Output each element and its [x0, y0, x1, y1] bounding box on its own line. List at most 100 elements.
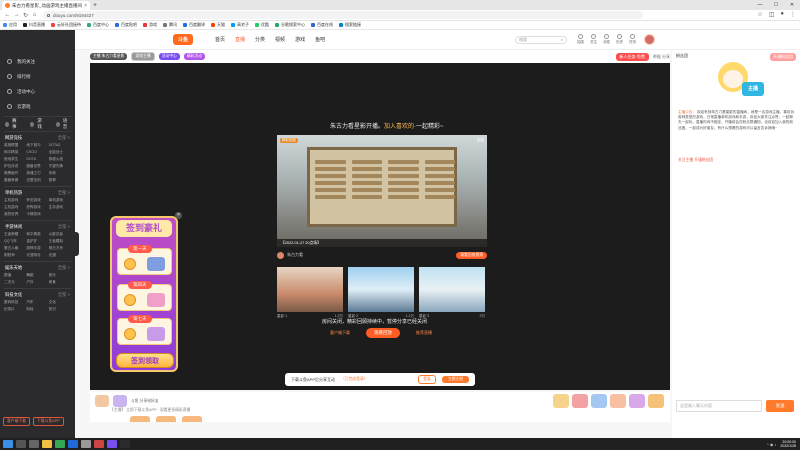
- newbie-task-button[interactable]: 新人任务·免费: [615, 52, 649, 61]
- app-icon[interactable]: [120, 440, 130, 448]
- user-avatar[interactable]: [644, 34, 656, 45]
- category-link[interactable]: 英魂之刃: [26, 170, 48, 177]
- category-link[interactable]: 魔兽世界: [26, 163, 48, 170]
- header-follow[interactable]: 关注: [590, 34, 597, 45]
- category-link[interactable]: 音乐: [49, 272, 71, 279]
- gift-icon[interactable]: [113, 395, 127, 407]
- category-link[interactable]: QQ飞车: [4, 238, 26, 245]
- search-input[interactable]: 搜索 ⌕: [515, 35, 568, 44]
- nav-video[interactable]: 视频: [275, 36, 285, 43]
- category-link[interactable]: DOTA: [26, 156, 48, 163]
- bookmark[interactable]: 搜索链接: [339, 22, 361, 28]
- room-meta[interactable]: 举报 分享: [653, 54, 670, 60]
- category-link[interactable]: 我的世界: [4, 211, 26, 218]
- taskview-icon[interactable]: [29, 440, 39, 448]
- category-link[interactable]: 汽车: [26, 299, 48, 306]
- category-link[interactable]: 舞蹈: [26, 272, 48, 279]
- category-link[interactable]: 王者模拟: [49, 238, 71, 245]
- nav-match[interactable]: 赛事: [12, 118, 19, 130]
- replay-thumb[interactable]: 星影·3 2万: [419, 267, 485, 318]
- extensions-icon[interactable]: ◫: [769, 11, 775, 18]
- category-link[interactable]: 全能战士: [49, 149, 71, 156]
- tray-icons[interactable]: ^ ◉ ♪: [767, 442, 777, 447]
- gift-icon[interactable]: [553, 394, 569, 408]
- category-link[interactable]: 火影忍者: [49, 231, 71, 238]
- share-text[interactable]: 斗鱼 分享给好友: [131, 399, 159, 404]
- category-link[interactable]: 纪录片: [4, 306, 26, 313]
- category-link[interactable]: 户外: [26, 279, 48, 286]
- bookmark[interactable]: 谷歌搜索中心: [275, 22, 305, 28]
- category-link[interactable]: 财经: [26, 306, 48, 313]
- category-link[interactable]: 怀旧游戏: [26, 197, 48, 204]
- douyu-logo[interactable]: 斗鱼: [173, 34, 193, 45]
- sidebar-collapse-handle[interactable]: [75, 232, 79, 256]
- giftbar-tab[interactable]: [130, 416, 150, 422]
- menu-icon[interactable]: ⋮: [790, 11, 796, 18]
- forward-icon[interactable]: →: [12, 12, 21, 18]
- sidebar-item-cloudgame[interactable]: 云游戏: [0, 99, 75, 114]
- category-link[interactable]: 生存游戏: [49, 204, 71, 211]
- send-button[interactable]: 发送: [766, 400, 794, 412]
- gift-icon[interactable]: [591, 394, 607, 408]
- category-link[interactable]: 和平精英: [26, 231, 48, 238]
- app-icon[interactable]: [94, 440, 104, 448]
- bookmark[interactable]: 腾讯: [163, 22, 177, 28]
- category-link[interactable]: 暗黑破坏: [4, 170, 26, 177]
- gift-icon[interactable]: [629, 394, 645, 408]
- close-window-icon[interactable]: ✕: [784, 0, 800, 10]
- gift-icon[interactable]: [648, 394, 664, 408]
- replay-thumb[interactable]: 星影·2 1.1万: [348, 267, 414, 318]
- maximize-icon[interactable]: ☐: [768, 0, 784, 10]
- folder-icon[interactable]: [42, 440, 52, 448]
- bookmark[interactable]: 百度翻译: [183, 22, 205, 28]
- category-more-link[interactable]: 全部 >: [58, 265, 70, 271]
- category-link[interactable]: 英雄联盟: [4, 142, 26, 149]
- close-tab-icon[interactable]: ×: [84, 3, 87, 9]
- category-link[interactable]: 数码科技: [4, 299, 26, 306]
- bookmark[interactable]: 高宅子: [231, 22, 249, 28]
- category-link[interactable]: 绝地求生: [4, 156, 26, 163]
- chrome-icon[interactable]: [55, 440, 65, 448]
- room-tag[interactable]: 精彩活动: [183, 53, 205, 60]
- category-more-link[interactable]: 全部 >: [58, 292, 70, 298]
- category-link[interactable]: 原神手游: [26, 245, 48, 252]
- nav-home[interactable]: 首页: [215, 36, 225, 43]
- clock[interactable]: 20:00:00 2022/1/28: [780, 440, 796, 448]
- category-link[interactable]: 地下城与: [26, 142, 48, 149]
- category-link[interactable]: 王者荣耀: [4, 231, 26, 238]
- minimize-icon[interactable]: —: [752, 0, 768, 10]
- category-link[interactable]: 颜值: [4, 272, 26, 279]
- new-tab-button[interactable]: +: [93, 2, 97, 9]
- giftbar-tab[interactable]: [156, 416, 176, 422]
- open-fans-button[interactable]: 开通粉丝团: [770, 53, 796, 61]
- search-icon[interactable]: ⌕: [561, 37, 563, 42]
- signin-claim-button[interactable]: 签到领取: [116, 353, 174, 368]
- category-link[interactable]: 穿越火线: [49, 156, 71, 163]
- streamer-name[interactable]: 朱古力看: [287, 252, 303, 258]
- category-link[interactable]: 知识: [49, 306, 71, 313]
- bookmark[interactable]: 百度在线: [311, 22, 333, 28]
- bookmark[interactable]: 游戏: [143, 22, 157, 28]
- start-icon[interactable]: [3, 440, 13, 448]
- category-link[interactable]: 天涯明月: [26, 252, 48, 259]
- login-button[interactable]: 登录: [418, 375, 436, 384]
- nav-game[interactable]: 游戏: [37, 118, 44, 130]
- nav-yuba[interactable]: 鱼吧: [315, 36, 325, 43]
- recommend-live-link[interactable]: 推荐直播: [416, 330, 432, 336]
- category-link[interactable]: CSGO: [26, 149, 48, 156]
- category-link[interactable]: 炉石传说: [4, 163, 26, 170]
- category-link[interactable]: 文化: [49, 299, 71, 306]
- category-more-link[interactable]: 全部 >: [58, 135, 70, 141]
- browser-tab[interactable]: 朱古力看星影_动画游戏主播直播间 ×: [2, 1, 90, 10]
- category-more-link[interactable]: 全部 >: [58, 190, 70, 196]
- url-field[interactable]: douyu.com/9194427: [43, 11, 643, 19]
- bookmark[interactable]: 优酷: [255, 22, 269, 28]
- close-icon[interactable]: ×: [175, 212, 182, 219]
- replay-thumb[interactable]: 星影·1 1.2万: [277, 267, 343, 318]
- giftbar-tab[interactable]: [182, 416, 202, 422]
- category-link[interactable]: 无限法则: [26, 177, 48, 184]
- sidebar-item-rank[interactable]: 排行榜: [0, 69, 75, 84]
- sidebar-item-events[interactable]: 活动中心: [0, 84, 75, 99]
- reload-icon[interactable]: ↻: [21, 12, 30, 19]
- category-link[interactable]: 光遇: [49, 252, 71, 259]
